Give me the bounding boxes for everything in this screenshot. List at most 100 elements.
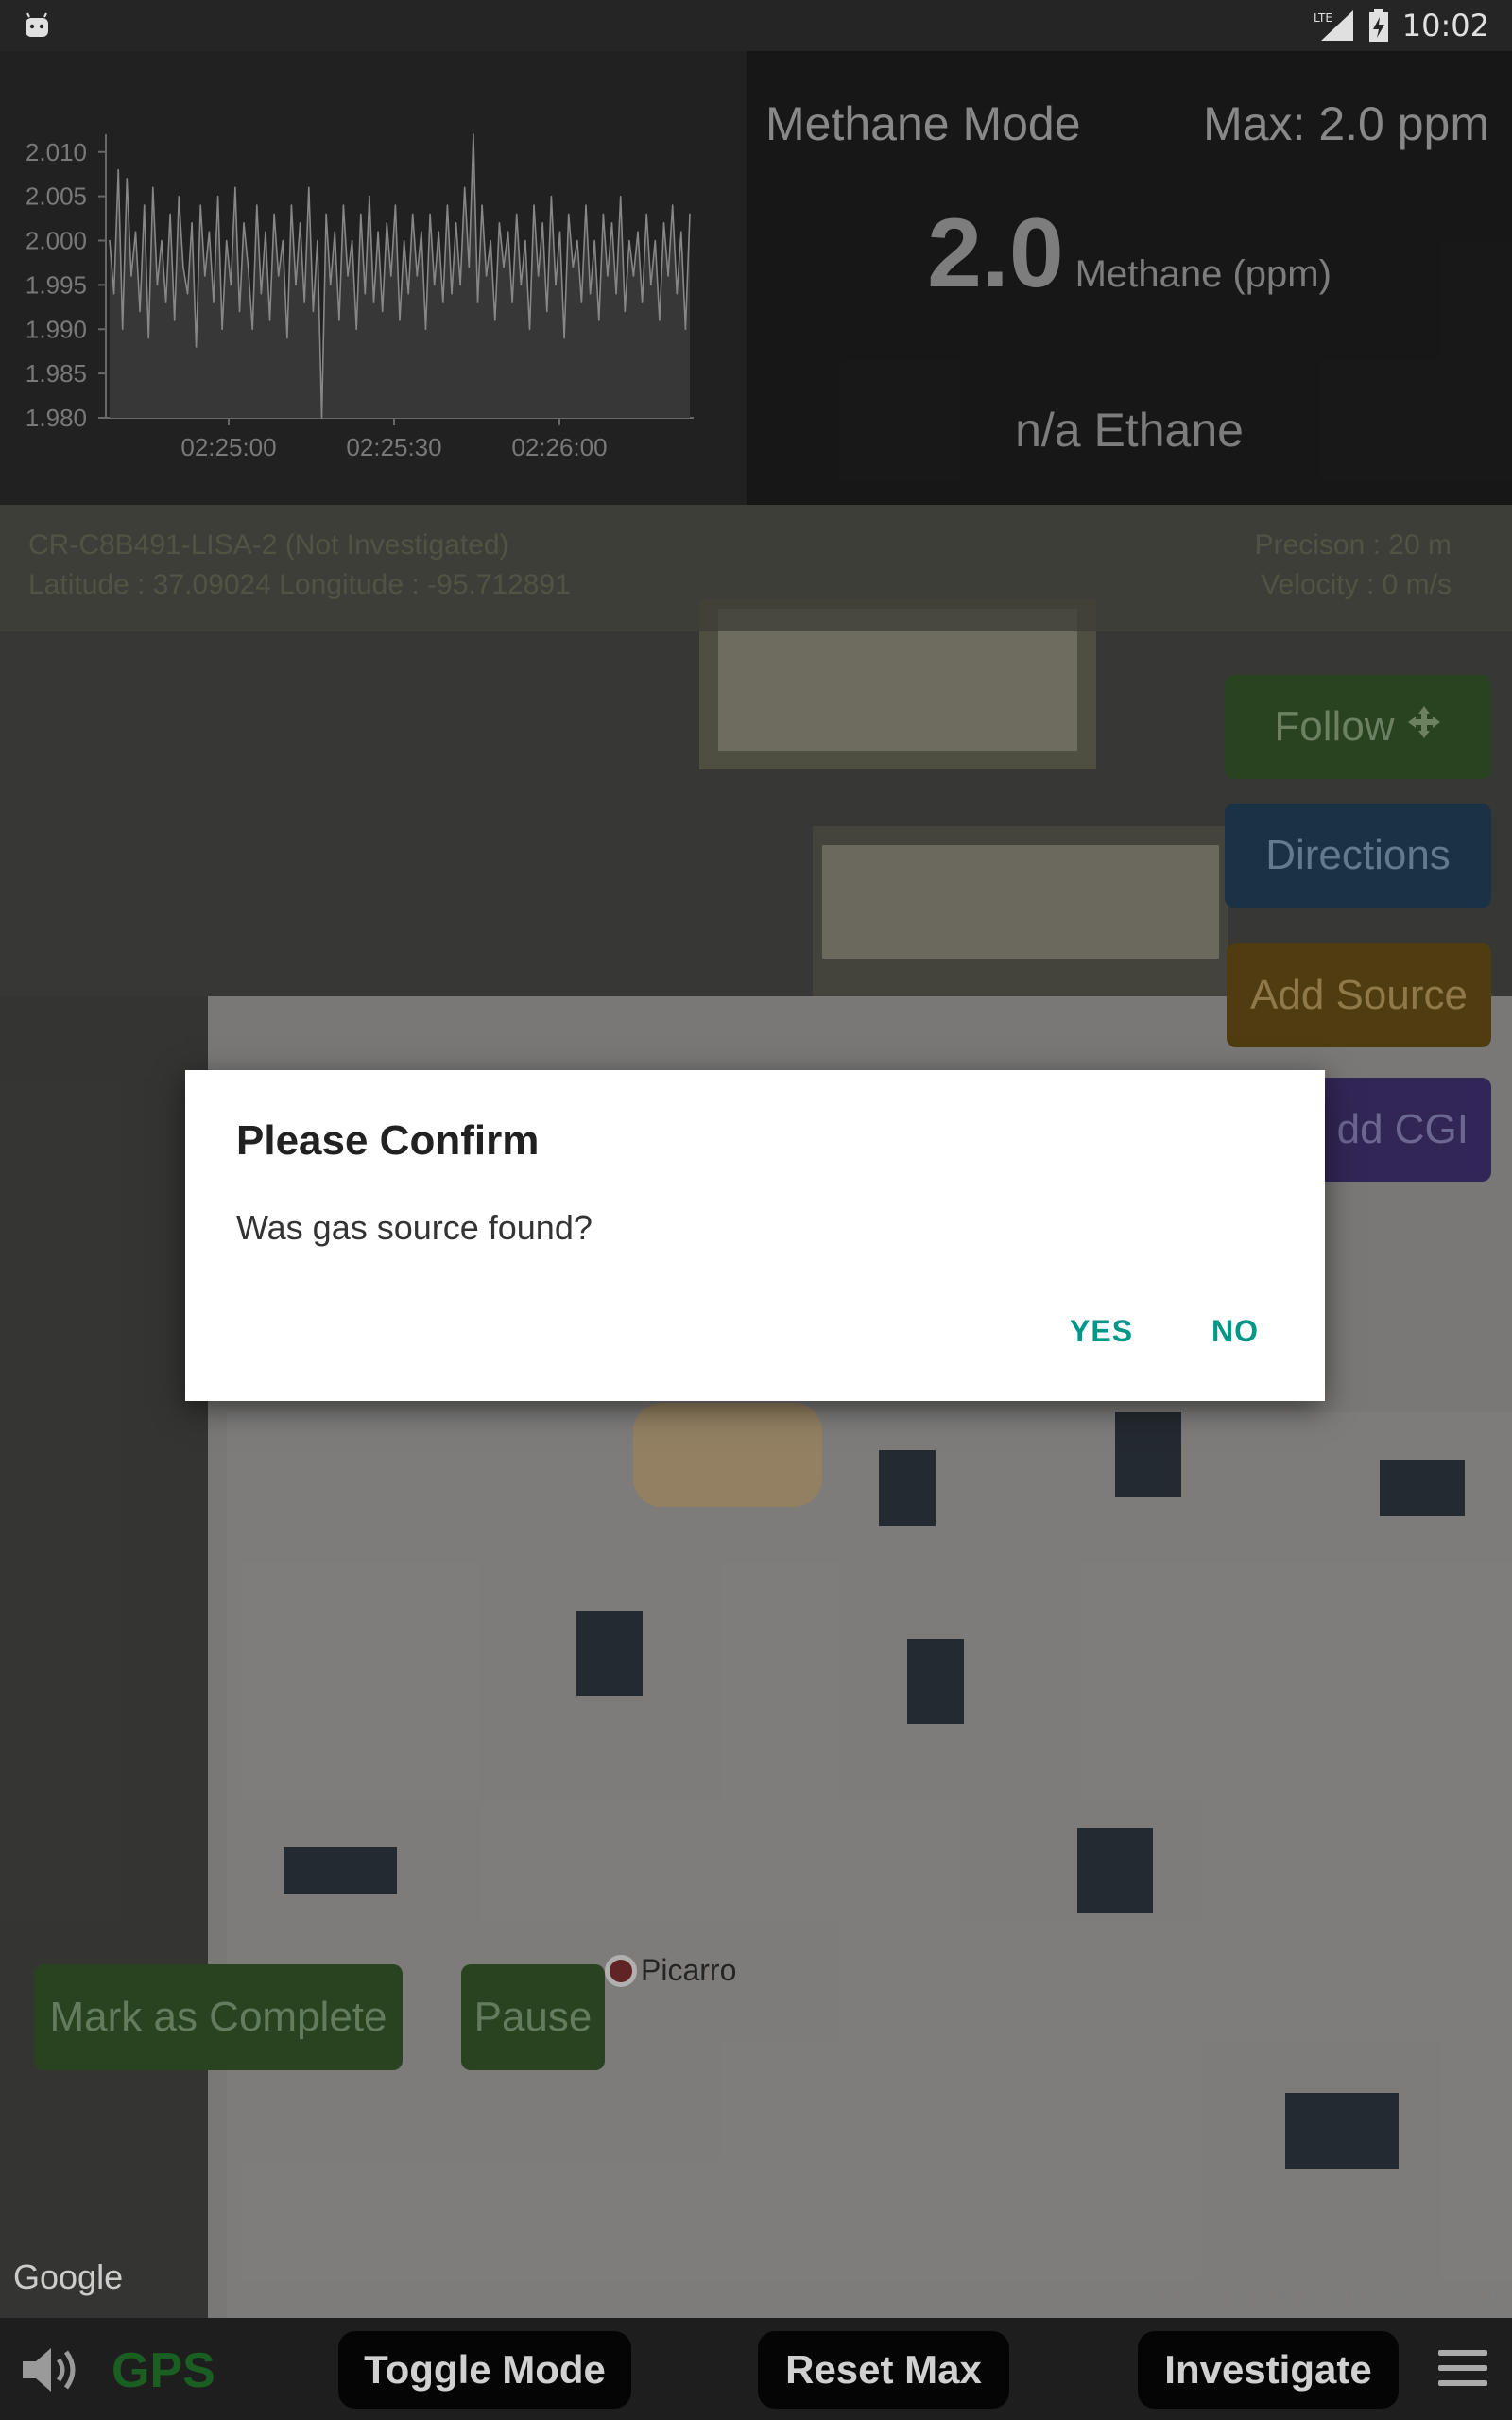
chart-point <box>359 213 362 216</box>
chart-point <box>173 320 176 321</box>
chart-point <box>533 204 535 206</box>
chart-point <box>247 266 249 268</box>
chart-point <box>424 328 427 331</box>
chart-point <box>555 284 557 286</box>
chart-point <box>169 213 171 216</box>
chart-point <box>680 231 682 233</box>
add-cgi-button[interactable]: dd CGI <box>1302 1078 1491 1182</box>
directions-button[interactable]: Directions <box>1225 804 1491 908</box>
chart-point <box>282 239 284 242</box>
chart-point <box>364 292 367 295</box>
chart-y-tick-label: 2.005 <box>26 182 87 211</box>
svg-text:LTE: LTE <box>1314 11 1332 25</box>
chart-point <box>303 302 305 303</box>
chart-point <box>662 221 665 224</box>
confirm-dialog: Please Confirm Was gas source found? YES… <box>185 1070 1325 1401</box>
chart-point <box>312 310 315 313</box>
chart-point <box>585 204 587 206</box>
chart-x-tick-label: 02:26:00 <box>511 433 607 461</box>
chart-point <box>234 186 236 189</box>
add-source-button[interactable]: Add Source <box>1227 943 1491 1047</box>
chart-x-tick-label: 02:25:00 <box>180 433 276 461</box>
chart-point <box>451 292 453 295</box>
location-pin-icon <box>605 1954 637 1987</box>
chart-x-tick-label: 02:25:30 <box>346 433 441 461</box>
chart-point <box>421 231 422 233</box>
picarro-marker[interactable]: Picarro <box>605 1953 736 1988</box>
pause-button[interactable]: Pause <box>461 1964 605 2070</box>
chart-point <box>558 231 561 233</box>
chart-point <box>225 239 228 242</box>
reset-max-button[interactable]: Reset Max <box>758 2331 1009 2409</box>
chart-point <box>545 310 548 313</box>
mark-complete-button[interactable]: Mark as Complete <box>34 1964 403 2070</box>
mode-panel: Methane Mode Max: 2.0 ppm 2.0 Methane (pp… <box>747 51 1512 505</box>
android-icon <box>23 11 51 40</box>
chart-point <box>369 195 370 198</box>
chart-point <box>143 204 146 206</box>
chart-point <box>528 328 531 331</box>
chart-point <box>649 284 652 286</box>
chart-point <box>260 292 263 295</box>
mode-title: Methane Mode <box>765 97 1081 150</box>
no-button[interactable]: NO <box>1211 1314 1259 1349</box>
chart-point <box>338 320 340 321</box>
chart-point <box>671 204 674 206</box>
chart-point <box>624 310 627 313</box>
chart-point <box>524 239 526 242</box>
yes-button[interactable]: YES <box>1070 1314 1133 1349</box>
satellite-map[interactable]: CR-C8B491-LISA-2 (Not Investigated) Lati… <box>0 505 1512 2318</box>
chart-point <box>442 302 444 303</box>
dialog-message: Was gas source found? <box>236 1208 593 1247</box>
chart-point <box>156 284 159 286</box>
chart-point <box>208 231 211 233</box>
chart-point <box>399 320 401 321</box>
chart-point <box>117 168 119 171</box>
chart-point <box>468 266 471 268</box>
chart-point <box>472 133 474 135</box>
menu-icon[interactable] <box>1438 2350 1487 2395</box>
chart-point <box>134 231 137 233</box>
battery-charging-icon <box>1368 9 1389 43</box>
chart-point <box>161 239 163 242</box>
chart-point <box>342 204 345 206</box>
chart-point <box>199 204 202 206</box>
chart-y-tick-label: 2.000 <box>26 227 87 255</box>
chart-point <box>191 221 193 224</box>
chart-point <box>641 302 644 303</box>
chart-point <box>121 328 124 331</box>
chart-point <box>589 292 592 295</box>
chart-point <box>112 292 115 295</box>
chart-point <box>355 328 357 331</box>
move-arrows-icon <box>1406 703 1442 751</box>
chart-point <box>329 284 332 286</box>
toggle-mode-button[interactable]: Toggle Mode <box>338 2331 631 2409</box>
chart-point <box>446 204 449 206</box>
speaker-icon[interactable] <box>19 2342 91 2402</box>
chart-point <box>277 275 280 277</box>
chart-point <box>607 275 609 277</box>
gps-indicator: GPS <box>112 2343 215 2398</box>
chart-point <box>572 266 575 268</box>
follow-button[interactable]: Follow <box>1225 675 1491 779</box>
chart-point <box>433 284 436 286</box>
chart-point <box>567 213 570 216</box>
status-time: 10:02 <box>1401 8 1489 43</box>
chart-y-tick-label: 1.990 <box>26 315 87 343</box>
chart-point <box>299 221 301 224</box>
methane-unit: Methane (ppm) <box>1074 253 1332 295</box>
chart-point <box>290 204 293 206</box>
investigate-button[interactable]: Investigate <box>1138 2331 1399 2409</box>
marker-label: Picarro <box>641 1953 737 1987</box>
chart-point <box>459 284 461 286</box>
ethane-reading: n/a Ethane <box>1015 404 1244 457</box>
methane-chart-svg: 2.010 2.005 2.000 1.995 1.990 1.985 1.980 02:25… <box>26 133 694 461</box>
chart-point <box>139 310 141 313</box>
chart-point <box>186 292 189 295</box>
chart-point <box>597 320 600 321</box>
chart-point <box>481 204 483 206</box>
methane-chart: 2.010 2.005 2.000 1.995 1.990 1.985 1.980 02:25… <box>0 51 747 505</box>
chart-point <box>476 302 479 303</box>
chart-point <box>130 275 132 277</box>
google-logo: Google <box>13 2257 124 2296</box>
